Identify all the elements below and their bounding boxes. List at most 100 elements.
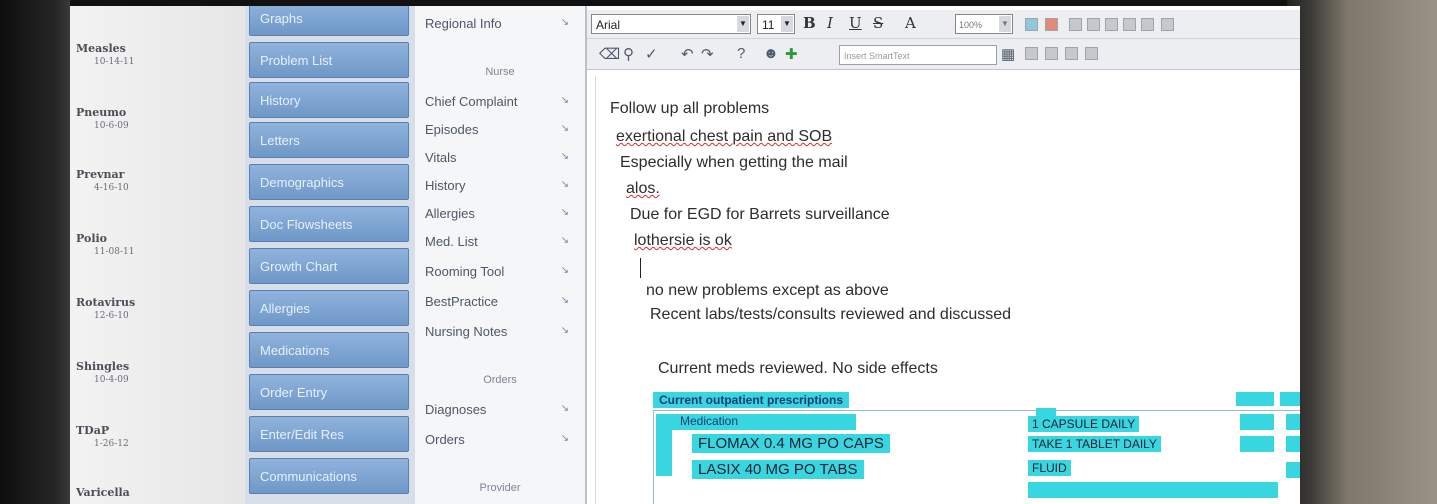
search-icon[interactable]: ⚲ [623, 45, 634, 63]
tab-growth-chart[interactable]: Growth Chart [249, 248, 409, 284]
monitor-bezel-right [1287, 0, 1437, 504]
italic-button[interactable]: I [827, 14, 833, 34]
immunization-date: 10-4-09 [94, 375, 129, 385]
text-cursor [640, 258, 641, 278]
medication-column-header: Medication [656, 414, 856, 430]
jump-arrow-icon: ↘ [560, 403, 569, 414]
underline-button[interactable]: U [849, 14, 862, 34]
tab-doc-flowsheets[interactable]: Doc Flowsheets [249, 206, 409, 242]
tab-history[interactable]: History [249, 82, 409, 118]
insert-icon[interactable]: ▦ [1001, 45, 1015, 63]
note-line: Recent labs/tests/consults reviewed and … [650, 306, 1012, 323]
tab-enter-edit-res[interactable]: Enter/Edit Res [249, 416, 409, 452]
immunization-date: 11-08-11 [94, 247, 135, 257]
dispense-cell [1240, 436, 1274, 452]
medication-sig: TAKE 1 TABLET DAILY [1028, 436, 1161, 452]
link-icon[interactable] [1025, 47, 1038, 60]
section-history[interactable]: History ↘ [425, 178, 575, 193]
font-select[interactable]: Arial ▼ [591, 14, 751, 34]
numbered-list-icon[interactable] [1141, 18, 1154, 31]
align-center-icon[interactable] [1087, 18, 1100, 31]
font-color-button[interactable]: A [905, 14, 916, 34]
section-vitals[interactable]: Vitals ↘ [425, 150, 575, 165]
immunization-row: Varicella [76, 486, 236, 499]
immunization-name: Measles [76, 42, 126, 55]
section-allergies[interactable]: Allergies ↘ [425, 206, 575, 221]
note-line: lothersie is ok [634, 232, 732, 249]
table-icon[interactable] [1045, 47, 1058, 60]
chevron-down-icon[interactable]: ▼ [781, 16, 793, 32]
immunization-name: Varicella [76, 486, 130, 499]
jump-arrow-icon: ↘ [560, 265, 569, 276]
tab-letters[interactable]: Letters [249, 122, 409, 158]
section-label: BestPractice [425, 294, 498, 309]
image-icon[interactable] [1065, 47, 1078, 60]
section-med-list[interactable]: Med. List ↘ [425, 234, 575, 249]
help-icon[interactable]: ? [737, 45, 745, 62]
section-label: Allergies [425, 206, 475, 221]
person-icon[interactable]: ☻ [763, 45, 779, 62]
jump-arrow-icon: ↘ [560, 433, 569, 444]
section-regional-info[interactable]: Regional Info ↘ [425, 16, 575, 31]
zoom-select[interactable]: 100% ▼ [955, 14, 1013, 34]
section-bestpractice[interactable]: BestPractice ↘ [425, 294, 575, 309]
spellcheck-icon[interactable]: ✓ [645, 45, 658, 63]
tab-allergies[interactable]: Allergies [249, 290, 409, 326]
tab-communications[interactable]: Communications [249, 458, 409, 494]
jump-arrow-icon: ↘ [560, 179, 569, 190]
immunization-panel: Measles 10-14-11 Pneumo 10-6-09 Prevnar … [70, 6, 246, 504]
chevron-down-icon[interactable]: ▼ [737, 16, 749, 32]
medication-name: LASIX 40 MG PO TABS [692, 460, 864, 479]
bold-button[interactable]: B [803, 14, 816, 34]
monitor-bezel-left [0, 0, 70, 504]
bullet-list-icon[interactable] [1123, 18, 1136, 31]
immunization-row: Pneumo 10-6-09 [76, 106, 236, 131]
immunization-date: 12-6-10 [94, 311, 129, 321]
jump-arrow-icon: ↘ [560, 17, 569, 28]
immunization-date: 4-16-10 [94, 183, 129, 193]
tab-order-entry[interactable]: Order Entry [249, 374, 409, 410]
note-text-area[interactable]: Follow up all problems exertional chest … [595, 76, 1300, 504]
strikethrough-button[interactable]: S [873, 14, 883, 34]
section-episodes[interactable]: Episodes ↘ [425, 122, 575, 137]
chevron-down-icon[interactable]: ▼ [999, 16, 1011, 32]
column-header-bar [1280, 392, 1300, 406]
immunization-row: Shingles 10-4-09 [76, 360, 236, 385]
medication-sig: FLUID [1028, 460, 1071, 476]
eraser-icon[interactable]: ⌫ [599, 45, 620, 63]
section-label: Nursing Notes [425, 324, 508, 339]
align-left-icon[interactable] [1069, 18, 1082, 31]
emr-screen: Measles 10-14-11 Pneumo 10-6-09 Prevnar … [70, 6, 1300, 504]
activity-tabs: Graphs Problem List History Letters Demo… [245, 6, 415, 504]
undo-icon[interactable]: ↶ [681, 45, 694, 63]
section-chief-complaint[interactable]: Chief Complaint ↘ [425, 94, 575, 109]
tab-graphs[interactable]: Graphs [249, 6, 409, 36]
highlight-icon[interactable] [1025, 18, 1038, 31]
section-rooming-tool[interactable]: Rooming Tool ↘ [425, 264, 575, 279]
jump-arrow-icon: ↘ [560, 325, 569, 336]
note-sections-panel: Regional Info ↘ Nurse Chief Complaint ↘ Ep… [415, 6, 587, 504]
smarttext-input[interactable]: Insert SmartText [839, 45, 997, 65]
tab-demographics[interactable]: Demographics [249, 164, 409, 200]
indent-icon[interactable] [1161, 18, 1174, 31]
nurse-header: Nurse [485, 66, 515, 78]
refill-cell [1286, 414, 1300, 430]
note-line: Follow up all problems [610, 100, 770, 117]
jump-arrow-icon: ↘ [560, 207, 569, 218]
section-orders[interactable]: Orders ↘ [425, 432, 575, 447]
add-icon[interactable]: ✚ [785, 45, 798, 63]
section-label: Orders [425, 432, 465, 447]
align-right-icon[interactable] [1105, 18, 1118, 31]
attach-icon[interactable] [1085, 47, 1098, 60]
tab-problem-list[interactable]: Problem List [249, 42, 409, 78]
tab-medications[interactable]: Medications [249, 332, 409, 368]
redo-icon[interactable]: ↷ [701, 45, 714, 63]
font-size-select[interactable]: 11 ▼ [757, 14, 795, 34]
section-nursing-notes[interactable]: Nursing Notes ↘ [425, 324, 575, 339]
immunization-name: Polio [76, 232, 108, 245]
note-editor: Arial ▼ 11 ▼ B I U S A 100% ▼ ⌫ ⚲ ✓ ↶ ↷ … [587, 6, 1300, 504]
color-icon[interactable] [1045, 18, 1058, 31]
immunization-name: Rotavirus [76, 296, 136, 309]
section-diagnoses[interactable]: Diagnoses ↘ [425, 402, 575, 417]
note-line: exertional chest pain and SOB [616, 128, 833, 145]
